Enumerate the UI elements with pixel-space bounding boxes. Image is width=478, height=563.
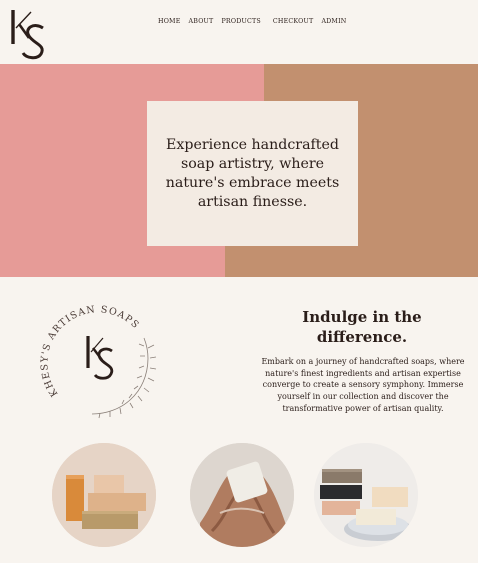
hero-banner: Experience handcrafted soap artistry, wh… <box>0 64 478 277</box>
nav-checkout-link[interactable]: CHECKOUT <box>273 18 314 25</box>
hero-tan-strip <box>225 244 265 277</box>
main-nav: HOME ABOUT PRODUCTS CHECKOUT ADMIN <box>158 18 354 25</box>
hands-soap-image <box>190 443 294 547</box>
hero-card: Experience handcrafted soap artistry, wh… <box>147 101 358 246</box>
top-header: HOME ABOUT PRODUCTS CHECKOUT ADMIN <box>0 0 478 64</box>
hero-tagline: Experience handcrafted soap artistry, wh… <box>165 136 340 210</box>
soap-dish-image <box>314 443 418 547</box>
nav-about-link[interactable]: ABOUT <box>189 18 214 25</box>
nav-products-link[interactable]: PRODUCTS <box>221 18 260 25</box>
intro-title: Indulge in the difference. <box>302 308 422 346</box>
nav-home-link[interactable]: HOME <box>158 18 181 25</box>
nav-admin-link[interactable]: ADMIN <box>321 18 346 25</box>
badge-ring-text: KHESY'S ARTISAN SOAPS <box>39 304 141 398</box>
brand-logo[interactable] <box>7 6 51 60</box>
brand-badge-logo: KHESY'S ARTISAN SOAPS <box>39 304 157 419</box>
badge-monogram <box>86 336 114 380</box>
intro-body: Embark on a journey of handcrafted soaps… <box>261 357 465 413</box>
soap-stack-image <box>52 443 156 547</box>
